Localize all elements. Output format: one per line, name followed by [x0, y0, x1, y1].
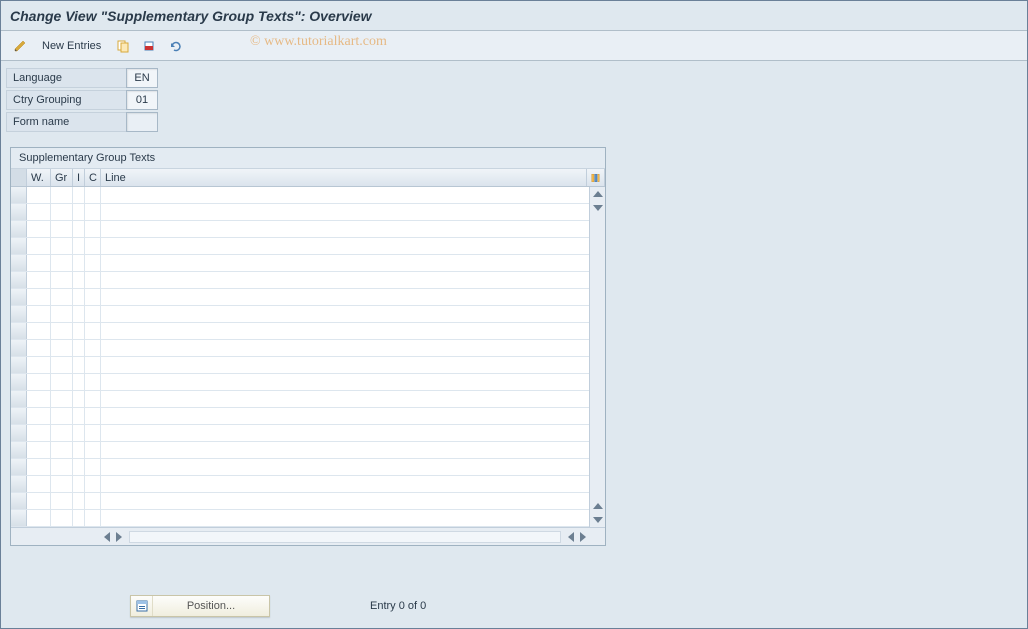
table-row[interactable]	[11, 272, 589, 289]
table-row[interactable]	[11, 493, 589, 510]
table-row[interactable]	[11, 323, 589, 340]
table-row[interactable]	[11, 510, 589, 527]
scroll-down2-icon[interactable]	[593, 517, 603, 523]
toggle-edit-icon[interactable]	[10, 36, 30, 56]
scroll-up-icon[interactable]	[593, 191, 603, 197]
position-label: Position...	[153, 600, 269, 612]
table-row[interactable]	[11, 204, 589, 221]
column-line[interactable]: Line	[101, 169, 587, 186]
table-row[interactable]	[11, 391, 589, 408]
entry-status: Entry 0 of 0	[370, 600, 426, 612]
delete-icon[interactable]	[139, 36, 159, 56]
ctry-grouping-label: Ctry Grouping	[6, 90, 126, 110]
table-row[interactable]	[11, 255, 589, 272]
table-row[interactable]	[11, 442, 589, 459]
table-header: W. Gr I C Line	[11, 169, 605, 187]
table-row[interactable]	[11, 408, 589, 425]
form-name-label: Form name	[6, 112, 126, 132]
hscroll-right-icon[interactable]	[113, 531, 125, 543]
scroll-up2-icon[interactable]	[593, 503, 603, 509]
hscroll-left-icon[interactable]	[101, 531, 113, 543]
table-row[interactable]	[11, 459, 589, 476]
table-row[interactable]	[11, 340, 589, 357]
column-i[interactable]: I	[73, 169, 85, 186]
footer: Position... Entry 0 of 0	[0, 595, 1028, 617]
table-row[interactable]	[11, 357, 589, 374]
hscroll-right2-icon[interactable]	[577, 531, 589, 543]
toolbar: New Entries © www.tutorialkart.com	[0, 31, 1028, 61]
undo-icon[interactable]	[165, 36, 185, 56]
copy-icon[interactable]	[113, 36, 133, 56]
horizontal-scrollbar[interactable]	[11, 527, 605, 545]
language-label: Language	[6, 68, 126, 88]
table-row[interactable]	[11, 289, 589, 306]
header-form: Language Ctry Grouping Form name	[0, 61, 1028, 137]
position-icon	[131, 596, 153, 616]
column-c[interactable]: C	[85, 169, 101, 186]
hscroll-track[interactable]	[129, 531, 561, 543]
table-row[interactable]	[11, 221, 589, 238]
column-gr[interactable]: Gr	[51, 169, 73, 186]
table-settings-icon[interactable]	[587, 169, 605, 186]
table-row[interactable]	[11, 425, 589, 442]
vertical-scrollbar[interactable]	[589, 187, 605, 527]
table-row[interactable]	[11, 306, 589, 323]
table-container: Supplementary Group Texts W. Gr I C Line	[10, 147, 606, 546]
table-title: Supplementary Group Texts	[11, 148, 605, 169]
column-selector[interactable]	[11, 169, 27, 186]
table-row[interactable]	[11, 238, 589, 255]
watermark: © www.tutorialkart.com	[250, 34, 387, 50]
language-field[interactable]	[126, 68, 158, 88]
hscroll-left2-icon[interactable]	[565, 531, 577, 543]
form-name-field[interactable]	[126, 112, 158, 132]
page-title: Change View "Supplementary Group Texts":…	[10, 8, 1018, 24]
new-entries-button[interactable]: New Entries	[36, 38, 107, 54]
table-row[interactable]	[11, 374, 589, 391]
column-w[interactable]: W.	[27, 169, 51, 186]
position-button[interactable]: Position...	[130, 595, 270, 617]
title-bar: Change View "Supplementary Group Texts":…	[0, 0, 1028, 31]
table-row[interactable]	[11, 187, 589, 204]
scroll-down-icon[interactable]	[593, 205, 603, 211]
table-body[interactable]	[11, 187, 589, 527]
table-row[interactable]	[11, 476, 589, 493]
ctry-grouping-field[interactable]	[126, 90, 158, 110]
